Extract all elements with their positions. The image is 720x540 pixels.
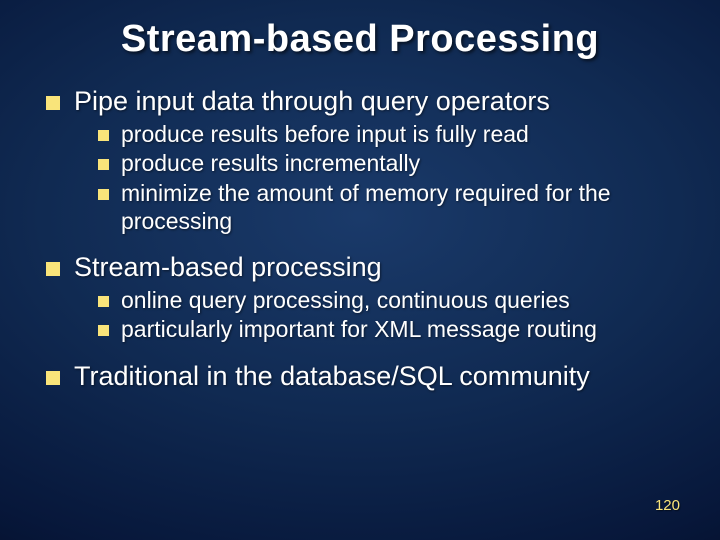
bullet-text: produce results before input is fully re… [121,121,529,149]
bullet-text: particularly important for XML message r… [121,316,597,344]
bullet-level2: produce results before input is fully re… [98,121,674,149]
bullet-text: Traditional in the database/SQL communit… [74,360,590,394]
bullet-level2: online query processing, continuous quer… [98,287,674,315]
slide-title: Stream-based Processing [0,0,720,61]
square-bullet-icon [98,296,109,307]
square-bullet-icon [98,189,109,200]
square-bullet-icon [46,96,60,110]
square-bullet-icon [98,325,109,336]
bullet-text: online query processing, continuous quer… [121,287,570,315]
bullet-text: Stream-based processing [74,251,382,285]
square-bullet-icon [46,262,60,276]
bullet-text: minimize the amount of memory required f… [121,180,674,235]
square-bullet-icon [98,159,109,170]
square-bullet-icon [98,130,109,141]
bullet-level1: Traditional in the database/SQL communit… [46,360,674,394]
bullet-text: Pipe input data through query operators [74,85,550,119]
bullet-level1: Pipe input data through query operators [46,85,674,119]
bullet-level2: particularly important for XML message r… [98,316,674,344]
page-number: 120 [655,497,680,514]
slide-content: Pipe input data through query operators … [0,61,720,394]
slide: Stream-based Processing Pipe input data … [0,0,720,540]
bullet-level2: minimize the amount of memory required f… [98,180,674,235]
bullet-level1: Stream-based processing [46,251,674,285]
bullet-text: produce results incrementally [121,150,420,178]
square-bullet-icon [46,371,60,385]
bullet-level2: produce results incrementally [98,150,674,178]
